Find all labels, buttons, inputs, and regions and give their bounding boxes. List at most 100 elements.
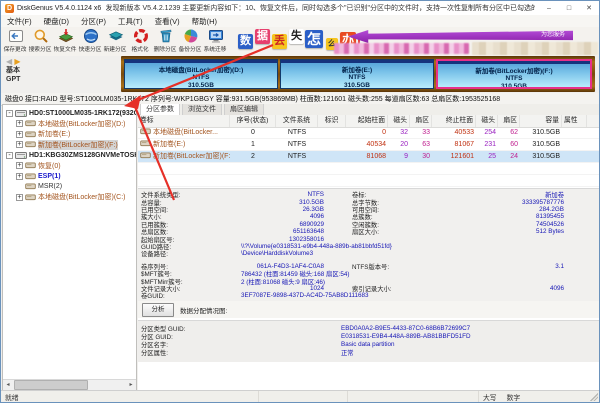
expander-icon[interactable]: + (16, 141, 23, 149)
table-cell: 0 (382, 129, 386, 136)
format-button[interactable]: 格式化 (128, 27, 153, 55)
toolbar-button-label: 系统迁移 (204, 47, 227, 53)
expander-icon[interactable]: + (16, 193, 23, 201)
maximize-button[interactable]: □ (559, 2, 579, 15)
quick-partition-button[interactable]: 快速分区 (78, 27, 103, 55)
menu-item[interactable]: 分区(P) (75, 16, 112, 27)
detail-value: 1302358016 (288, 235, 324, 243)
table-cell: NTFS (287, 153, 307, 160)
partition-bar-name: 本地磁盘(BitLocker加密)(D:) (158, 67, 244, 74)
tree-item[interactable]: + 本地磁盘(BitLocker加密)(D:) (3, 119, 136, 130)
volume-label-cell: 新加卷(E:) (138, 139, 230, 151)
menu-item[interactable]: 文件(F) (1, 16, 38, 27)
next-disk-arrow-icon[interactable]: ▶ (14, 57, 20, 66)
tree-item[interactable]: - HD1:KBG30ZMS128GNVMeTOSHIBA1 (3, 150, 136, 161)
partition-bar-filesystem: NTFS (348, 74, 366, 81)
tree-item[interactable]: + 新加卷(E:) (3, 129, 136, 140)
system-migrate-button[interactable]: 系统迁移 (203, 27, 228, 55)
table-row[interactable]: 新加卷(E:) 1 NTFS 40534 20 63 81067 231 60 310.5GB (138, 139, 599, 151)
partition-bar-filesystem: NTFS (505, 75, 523, 82)
column-header[interactable]: 扇区 (498, 115, 520, 127)
tree-item[interactable]: + 恢复(0) (3, 161, 136, 172)
table-cell: 63 (422, 141, 430, 148)
delete-partition-button[interactable]: 删除分区 (153, 27, 178, 55)
table-cell: 81068 (366, 153, 386, 160)
partition-icon (25, 141, 36, 148)
partition-bar-size: 310.5GB (500, 83, 528, 89)
detail-value: 651163648 (292, 228, 324, 236)
search-partition-icon (33, 28, 49, 44)
expander-icon[interactable]: - (6, 151, 13, 159)
scroll-left-icon[interactable]: ◂ (3, 380, 13, 390)
tree-item[interactable]: + ESP(1) (3, 171, 136, 182)
column-header[interactable]: 起始柱面 (346, 115, 388, 127)
column-header[interactable]: 容量 (520, 115, 562, 127)
partition-bar[interactable]: 新加卷(BitLocker加密)(F:) NTFS 310.5GB (436, 59, 592, 89)
resize-grip[interactable] (590, 393, 598, 401)
column-header[interactable]: 磁头 (388, 115, 410, 127)
column-header[interactable]: 终止柱面 (432, 115, 476, 127)
menu-item[interactable]: 查看(V) (149, 16, 186, 27)
table-cell: 32 (400, 129, 408, 136)
partition-icon (25, 131, 36, 138)
detail-value: 74504526 (535, 220, 564, 228)
table-cell: 0 (251, 129, 255, 136)
expander-icon[interactable]: + (16, 120, 23, 128)
recover-files-button[interactable]: 恢复文件 (53, 27, 78, 55)
column-header[interactable]: 扇区 (410, 115, 432, 127)
column-header[interactable]: 卷标 (138, 115, 230, 127)
tree-item[interactable]: - HD0:ST1000LM035-1RK172(932GB) (3, 108, 136, 119)
table-row[interactable]: 本地磁盘(BitLocker... 0 NTFS 0 32 33 40533 254 62 310… (138, 127, 599, 139)
quick-partition-icon (83, 28, 99, 44)
scrollbar-thumb[interactable] (14, 380, 88, 390)
prev-disk-arrow-icon[interactable]: ◀ (6, 57, 12, 66)
search-partition-button[interactable]: 搜索分区 (28, 27, 53, 55)
new-partition-button[interactable]: 新建分区 (103, 27, 128, 55)
banner-tile: 怎 (305, 30, 323, 48)
expander-icon[interactable]: - (6, 109, 13, 117)
partition-bar-name: 新加卷(E:) (341, 67, 373, 74)
new-partition-icon (108, 28, 124, 44)
table-cell: 33 (422, 129, 430, 136)
column-header[interactable]: 属性 (562, 115, 587, 127)
column-header[interactable]: 序号(状态) (230, 115, 276, 127)
column-header[interactable]: 文件系统 (276, 115, 318, 127)
expander-icon[interactable]: + (16, 130, 23, 138)
detail-value: 1024 (309, 284, 324, 292)
expander-icon[interactable]: + (16, 172, 23, 180)
detail-value: 333395787776 (521, 198, 564, 206)
tree-item[interactable]: + 新加卷(BitLocker加密)(F:) (3, 139, 136, 151)
close-button[interactable]: ✕ (579, 2, 599, 15)
toolbar-button-label: 删除分区 (154, 47, 177, 53)
minimize-button[interactable]: – (539, 2, 559, 15)
table-row[interactable]: 新加卷(BitLocker加密)(F:) 2 NTFS 81068 9 30 121601 2… (138, 151, 599, 163)
menu-item[interactable]: 工具(T) (112, 16, 149, 27)
backup-partition-button[interactable]: 备份分区 (178, 27, 203, 55)
detail-label: 设备路径: (141, 251, 168, 259)
toolbar-button-label: 保存更改 (4, 47, 27, 53)
tree-horizontal-scrollbar[interactable]: ◂ ▸ (3, 379, 136, 390)
tab-扇区编辑[interactable]: 扇区编辑 (224, 104, 264, 115)
guid-value: EBD0A0A2-B9E5-4433-87C0-68B6B72699C7 (341, 324, 471, 332)
analyze-button[interactable]: 分析 (142, 302, 174, 317)
empty-row (138, 163, 599, 175)
table-cell: 81067 (454, 141, 474, 148)
partition-bar[interactable]: 本地磁盘(BitLocker加密)(D:) NTFS 310.5GB (124, 59, 278, 89)
save-changes-button[interactable]: 保存更改 (3, 27, 28, 55)
scroll-right-icon[interactable]: ▸ (126, 380, 136, 390)
tree-item-label: 本地磁盘(BitLocker加密)(D:) (38, 120, 126, 128)
menu-item[interactable]: 帮助(H) (186, 16, 223, 27)
menu-item[interactable]: 硬盘(D) (38, 16, 75, 27)
promo-banner[interactable]: 数据丢失怎么办 ！ 为您服务 (236, 27, 598, 56)
partition-bar[interactable]: 新加卷(E:) NTFS 310.5GB (280, 59, 434, 89)
table-cell: NTFS (287, 129, 307, 136)
column-header[interactable]: 磁头 (476, 115, 498, 127)
expander-icon[interactable]: + (16, 162, 23, 170)
tab-浏览文件[interactable]: 浏览文件 (182, 104, 222, 115)
tree-item[interactable]: + 本地磁盘(BitLocker加密)(C:) (3, 192, 136, 203)
volume-label-cell: 本地磁盘(BitLocker... (138, 127, 230, 139)
tree-item-label: 恢复(0) (38, 162, 61, 170)
tree-item[interactable]: MSR(2) (3, 182, 136, 193)
table-cell: 62 (510, 129, 518, 136)
column-header[interactable]: 标识 (318, 115, 346, 127)
